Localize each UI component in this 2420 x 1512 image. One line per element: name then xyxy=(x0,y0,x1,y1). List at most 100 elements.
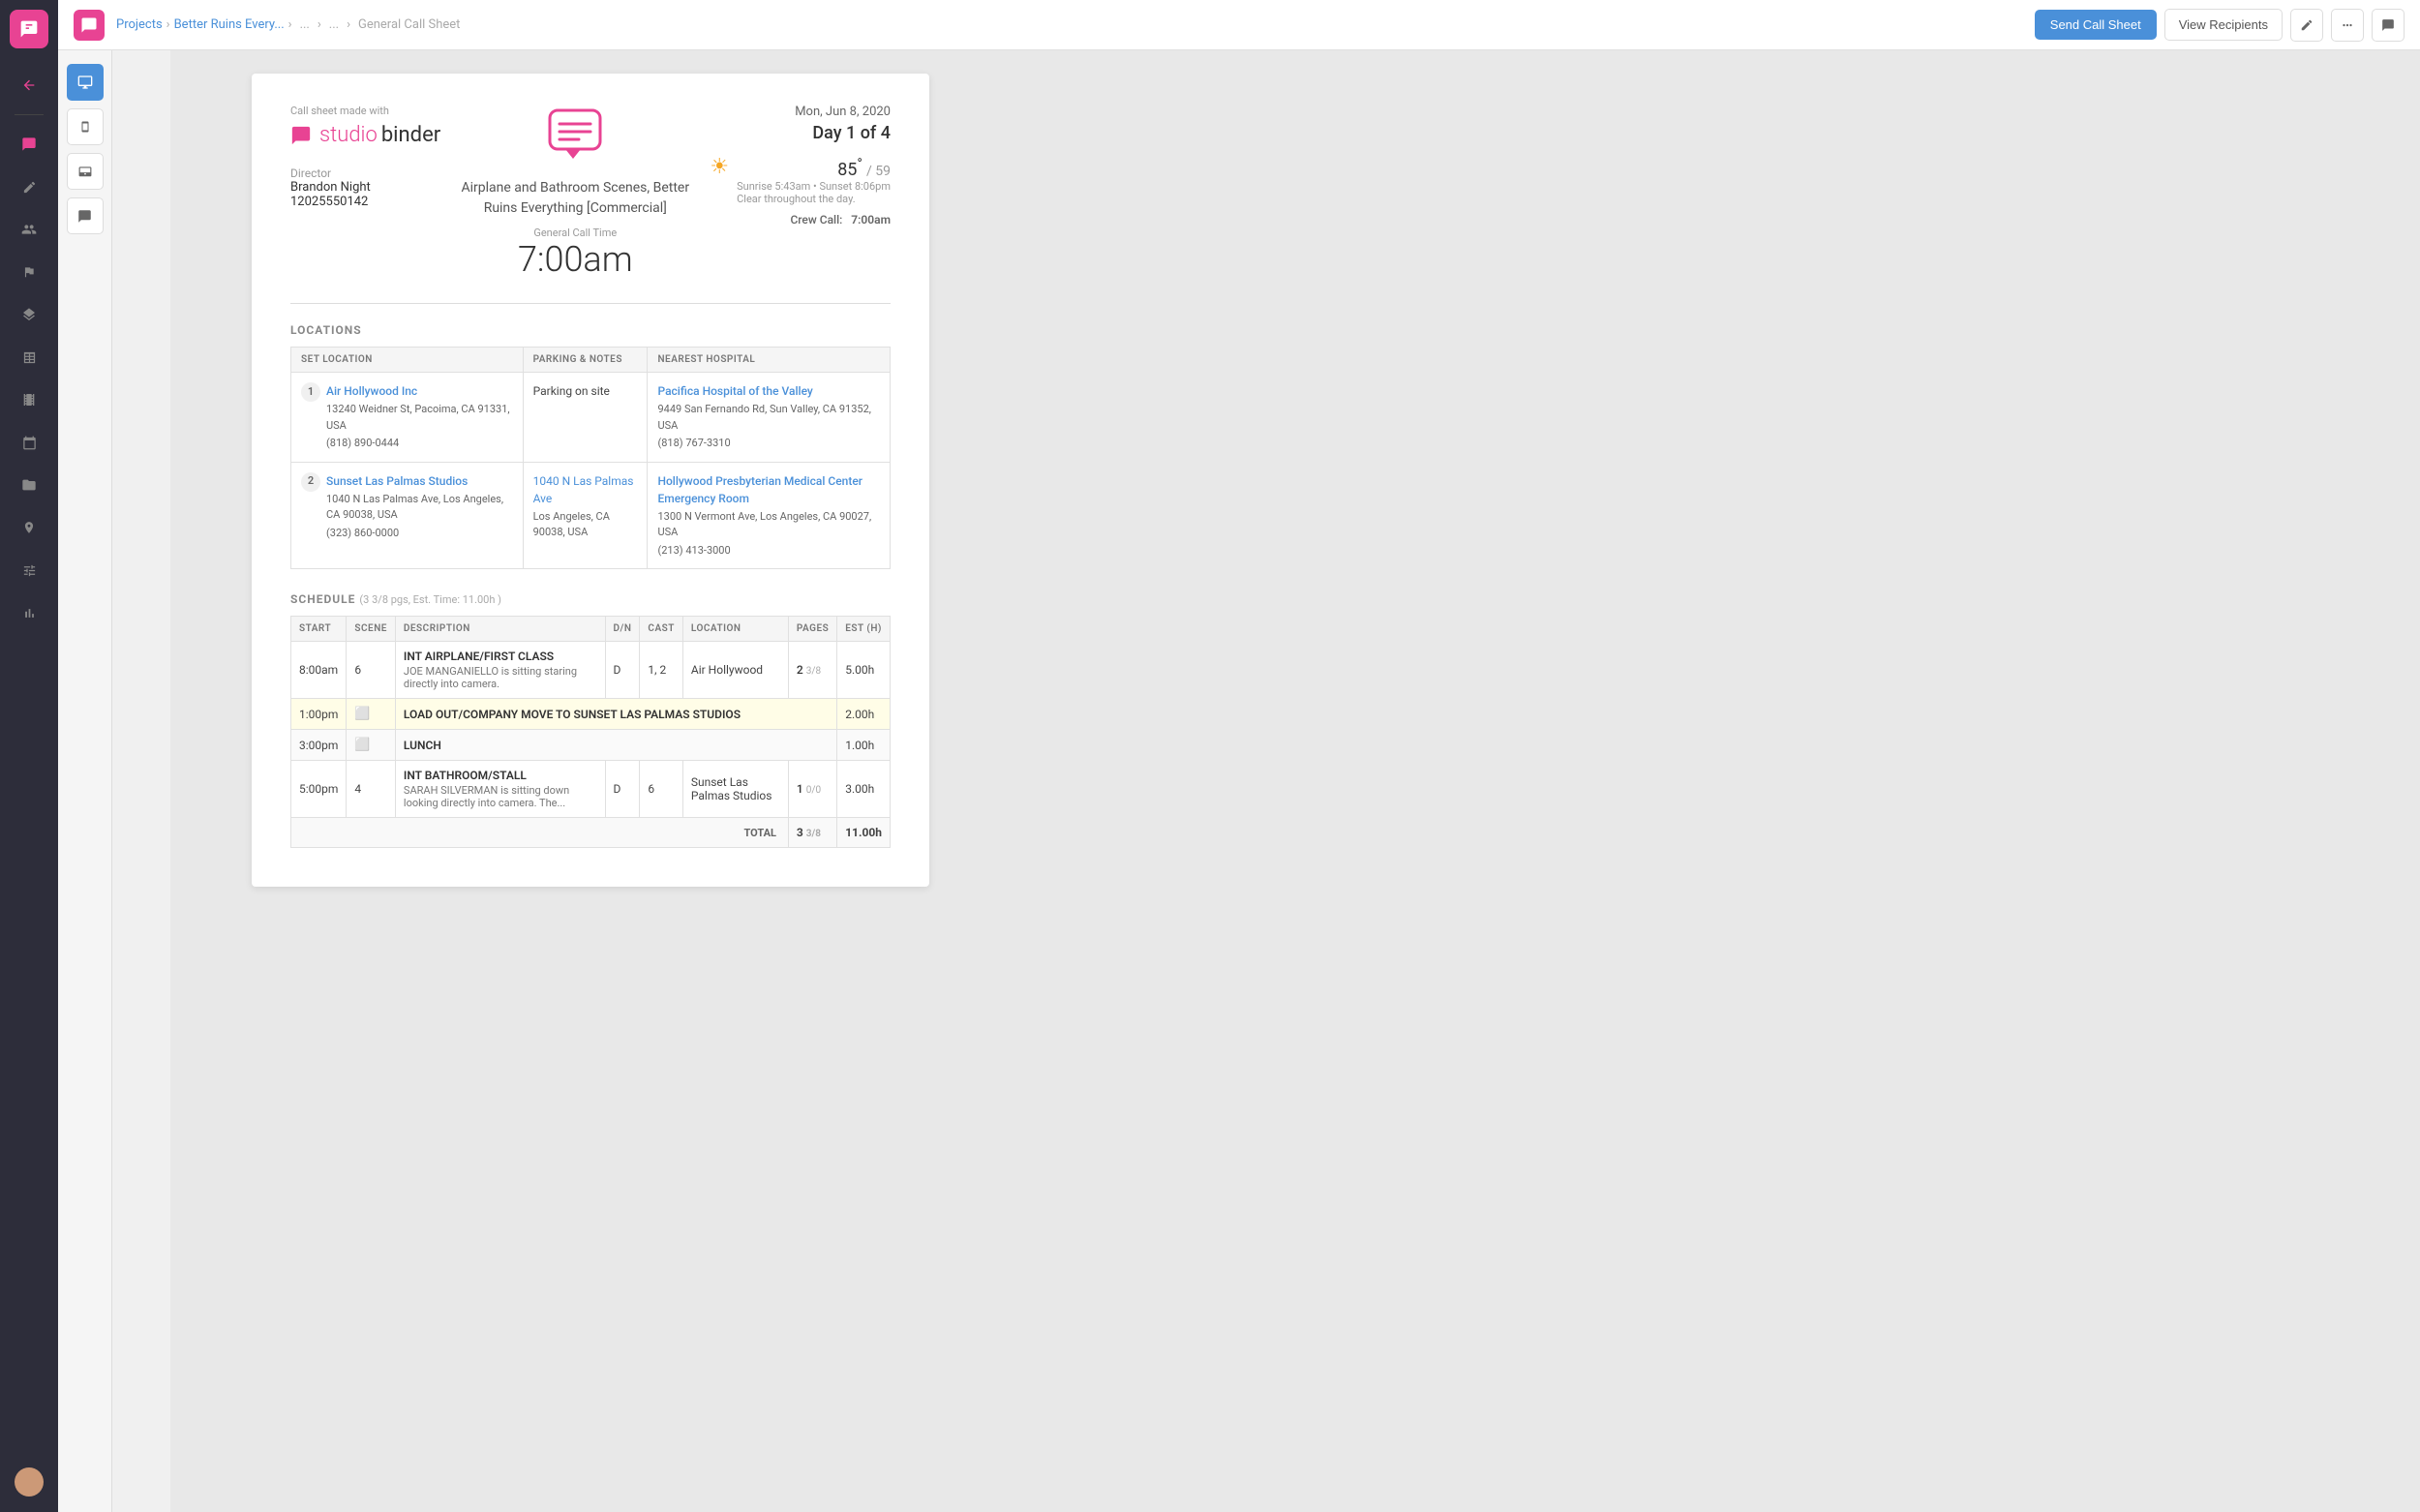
project-icon xyxy=(460,105,690,170)
sidebar-divider-1 xyxy=(15,114,44,115)
temp-high: 85° xyxy=(837,160,862,180)
location-1-hospital: Pacifica Hospital of the Valley 9449 San… xyxy=(648,373,891,463)
schedule-total-row: TOTAL 3 3/8 11.00h xyxy=(291,818,891,848)
schedule-sub: (3 3/8 pgs, Est. Time: 11.00h ) xyxy=(359,593,501,606)
sidebar-sliders-icon[interactable] xyxy=(12,553,46,588)
row3-start: 3:00pm xyxy=(291,730,347,761)
location-2-name-link[interactable]: Sunset Las Palmas Studios xyxy=(326,474,468,488)
sidebar-people-icon[interactable] xyxy=(12,212,46,247)
row1-location: Air Hollywood xyxy=(682,642,788,699)
mobile-view-button[interactable] xyxy=(67,108,104,145)
breadcrumb-sep-1: › xyxy=(166,17,170,32)
view-recipients-button[interactable]: View Recipients xyxy=(2164,9,2283,41)
row3-scene-icon: ⬜ xyxy=(354,738,370,752)
schedule-row-4: 5:00pm 4 INT BATHROOM/STALL SARAH SILVER… xyxy=(291,761,891,818)
row2-desc: LOAD OUT/COMPANY MOVE TO SUNSET LAS PALM… xyxy=(395,699,836,730)
sun-icon: ☀ xyxy=(710,155,729,179)
temperature: 85° / 59 xyxy=(737,155,891,180)
sidebar-table-icon[interactable] xyxy=(12,340,46,375)
breadcrumb-dots-1: ... xyxy=(300,17,310,32)
hospital-2-address: 1300 N Vermont Ave, Los Angeles, CA 9002… xyxy=(657,509,880,541)
col-hospital: NEAREST HOSPITAL xyxy=(648,348,891,373)
sidebar-location-icon[interactable] xyxy=(12,510,46,545)
sunset-time: Sunset 8:06pm xyxy=(819,180,891,193)
breadcrumb-sep-3: › xyxy=(318,17,321,32)
studiobinder-logo: studiobinder xyxy=(290,123,440,147)
location-2-phone: (323) 860-0000 xyxy=(326,526,513,542)
row4-dn: D xyxy=(605,761,640,818)
header-divider xyxy=(290,303,891,304)
logo-studio: studio xyxy=(319,123,378,147)
sidebar-back-icon[interactable] xyxy=(12,68,46,103)
row1-desc: INT AIRPLANE/FIRST CLASS JOE MANGANIELLO… xyxy=(395,642,605,699)
location-1-content: 1 Air Hollywood Inc 13240 Weidner St, Pa… xyxy=(301,382,513,452)
col-cast: CAST xyxy=(640,617,682,642)
row1-cast: 1, 2 xyxy=(640,642,682,699)
parking-2-city: Los Angeles, CA 90038, USA xyxy=(533,509,638,541)
sidebar-calendar-icon[interactable] xyxy=(12,425,46,460)
main-content: Call sheet made with studiobinder Direct… xyxy=(170,50,2420,1512)
sidebar-layers-icon[interactable] xyxy=(12,297,46,332)
crew-call-time: 7:00am xyxy=(851,213,891,227)
row3-scene: ⬜ xyxy=(347,730,396,761)
hospital-2-name-link[interactable]: Hollywood Presbyterian Medical Center Em… xyxy=(657,474,862,505)
sidebar-chart-icon[interactable] xyxy=(12,595,46,630)
comments-button[interactable] xyxy=(2372,9,2405,42)
total-empty-1: TOTAL xyxy=(291,818,789,848)
director-label: Director xyxy=(290,166,440,180)
tablet-view-button[interactable] xyxy=(67,153,104,190)
weather-condition: Clear throughout the day. xyxy=(737,193,855,205)
send-callsheet-button[interactable]: Send Call Sheet xyxy=(2035,10,2157,40)
user-avatar[interactable] xyxy=(15,1467,44,1497)
callsheet-header: Call sheet made with studiobinder Direct… xyxy=(290,105,891,280)
general-call-label: General Call Time xyxy=(460,227,690,239)
location-2-cell: 2 Sunset Las Palmas Studios 1040 N Las P… xyxy=(291,462,524,569)
col-description: DESCRIPTION xyxy=(395,617,605,642)
row3-est: 1.00h xyxy=(837,730,891,761)
project-title: Airplane and Bathroom Scenes, Better Rui… xyxy=(460,178,690,219)
locations-section: LOCATIONS SET LOCATION PARKING & NOTES N… xyxy=(290,323,891,569)
callsheet-branding: Call sheet made with studiobinder Direct… xyxy=(290,105,440,209)
left-sidebar xyxy=(0,0,58,1512)
location-1-name-link[interactable]: Air Hollywood Inc xyxy=(326,384,417,398)
row4-pages: 1 0/0 xyxy=(788,761,836,818)
director-name: Brandon Night xyxy=(290,180,440,195)
row2-start: 1:00pm xyxy=(291,699,347,730)
sunrise-time: Sunrise 5:43am xyxy=(737,180,810,193)
location-2-details: Sunset Las Palmas Studios 1040 N Las Pal… xyxy=(326,472,513,542)
row3-desc: LUNCH xyxy=(395,730,836,761)
director-phone: 12025550142 xyxy=(290,195,440,209)
sidebar-folder-icon[interactable] xyxy=(12,468,46,502)
sidebar-callsheet-icon[interactable] xyxy=(12,127,46,162)
shoot-day: Day 1 of 4 xyxy=(710,123,891,143)
row4-description: SARAH SILVERMAN is sitting down looking … xyxy=(404,784,597,809)
total-pages: 3 3/8 xyxy=(788,818,836,848)
location-1-cell: 1 Air Hollywood Inc 13240 Weidner St, Pa… xyxy=(291,373,524,463)
col-dn: D/N xyxy=(605,617,640,642)
row4-desc: INT BATHROOM/STALL SARAH SILVERMAN is si… xyxy=(395,761,605,818)
sidebar-flag-icon[interactable] xyxy=(12,255,46,289)
row1-dn: D xyxy=(605,642,640,699)
breadcrumb-projects[interactable]: Projects xyxy=(116,17,163,32)
row4-cast: 6 xyxy=(640,761,682,818)
comment-side-button[interactable] xyxy=(67,197,104,234)
sidebar-film-icon[interactable] xyxy=(12,382,46,417)
sidebar-edit-icon[interactable] xyxy=(12,169,46,204)
parking-2-link[interactable]: 1040 N Las Palmas Ave xyxy=(533,474,634,505)
schedule-row-2: 1:00pm ⬜ LOAD OUT/COMPANY MOVE TO SUNSET… xyxy=(291,699,891,730)
breadcrumb-sep-2: › xyxy=(288,17,292,32)
row4-pages-sub: 0/0 xyxy=(806,785,821,796)
schedule-header-row: START SCENE DESCRIPTION D/N CAST LOCATIO… xyxy=(291,617,891,642)
row1-pages: 2 3/8 xyxy=(788,642,836,699)
breadcrumb: Projects › Better Ruins Every... › ... ›… xyxy=(116,17,2035,32)
more-options-button[interactable] xyxy=(2331,9,2364,42)
desktop-view-button[interactable] xyxy=(67,64,104,101)
row1-pages-num: 2 xyxy=(797,663,803,677)
sidebar-bottom xyxy=(15,1462,44,1502)
edit-button[interactable] xyxy=(2290,9,2323,42)
app-logo[interactable] xyxy=(10,10,48,48)
row2-est: 2.00h xyxy=(837,699,891,730)
hospital-1-name-link[interactable]: Pacifica Hospital of the Valley xyxy=(657,384,812,398)
crew-call-label: Crew Call: xyxy=(790,213,842,227)
breadcrumb-project[interactable]: Better Ruins Every... xyxy=(174,17,285,32)
